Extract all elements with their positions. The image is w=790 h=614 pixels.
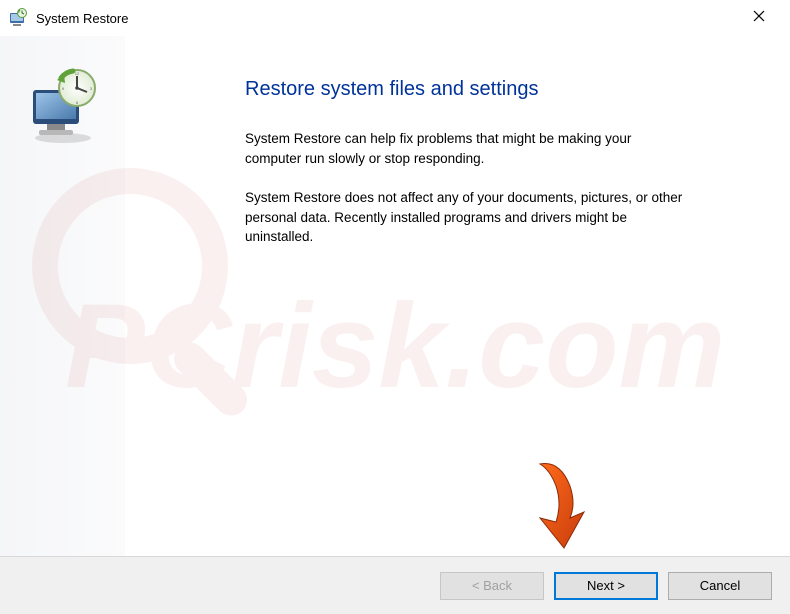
content-area: 123 69 Restore system files and settings… xyxy=(0,36,790,556)
close-button[interactable] xyxy=(736,1,782,31)
system-restore-app-icon xyxy=(8,8,28,28)
page-heading: Restore system files and settings xyxy=(245,78,690,101)
wizard-sidebar: 123 69 xyxy=(0,36,125,556)
description-paragraph-2: System Restore does not affect any of yo… xyxy=(245,188,690,247)
back-button: < Back xyxy=(440,572,544,600)
titlebar: System Restore xyxy=(0,0,790,36)
window-title: System Restore xyxy=(36,11,736,26)
description-paragraph-1: System Restore can help fix problems tha… xyxy=(245,129,690,168)
cancel-button[interactable]: Cancel xyxy=(668,572,772,600)
wizard-main-panel: Restore system files and settings System… xyxy=(125,36,790,556)
wizard-footer: < Back Next > Cancel xyxy=(0,556,790,614)
system-restore-window: System Restore xyxy=(0,0,790,614)
system-restore-icon: 123 69 xyxy=(23,66,103,146)
next-button[interactable]: Next > xyxy=(554,572,658,600)
svg-text:12: 12 xyxy=(74,71,79,76)
